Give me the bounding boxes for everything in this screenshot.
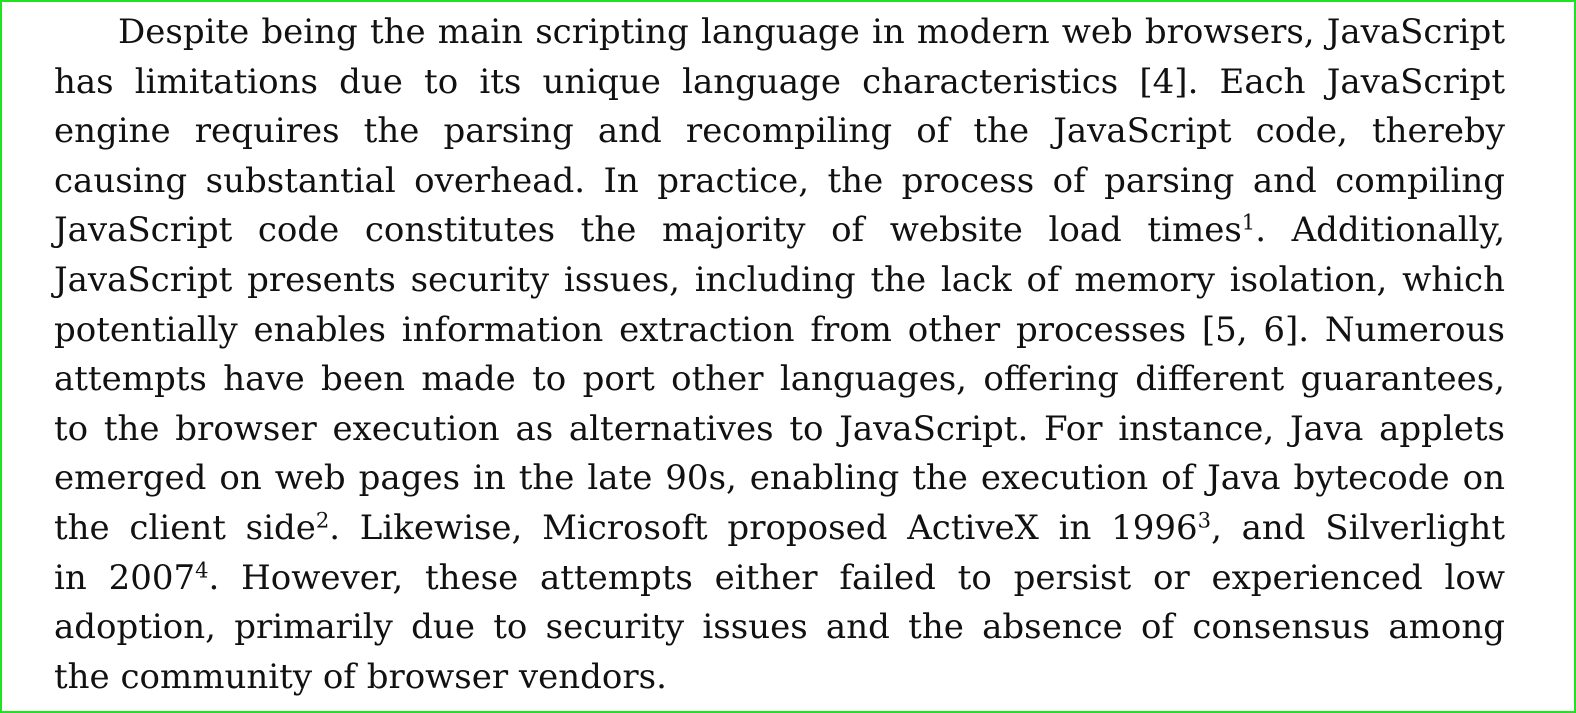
paragraph-line: has limitations due to its unique langua… — [54, 61, 1505, 102]
paragraph-line: the community of browser vendors. — [54, 656, 667, 697]
paragraph-line: Despite being the main scripting languag… — [118, 12, 1505, 52]
paragraph-line: the client side2. Likewise, Microsoft pr… — [54, 507, 1505, 548]
paragraph-line: JavaScript code constitutes the majority… — [54, 209, 1505, 251]
body-paragraph: Despite being the main scripting languag… — [54, 8, 1505, 702]
footnote-marker: 2 — [315, 507, 330, 533]
paragraph-line: emerged on web pages in the late 90s, en… — [54, 458, 1505, 499]
footnote-marker: 1 — [1241, 209, 1256, 235]
document-page: Despite being the main scripting languag… — [0, 0, 1576, 713]
paragraph-line: attempts have been made to port other la… — [54, 359, 1505, 400]
footnote-marker: 4 — [195, 556, 209, 582]
paragraph-line: causing substantial overhead. In practic… — [54, 160, 1505, 201]
paragraph-line: potentially enables information extracti… — [54, 309, 1505, 350]
footnote-marker: 3 — [1197, 507, 1212, 533]
paragraph-line: to the browser execution as alternatives… — [54, 408, 1505, 449]
paragraph-line: in 20074. However, these attempts either… — [54, 556, 1506, 598]
paragraph-line: engine requires the parsing and recompil… — [54, 111, 1505, 152]
paragraph-line: adoption, primarily due to security issu… — [54, 607, 1505, 648]
paragraph-line: JavaScript presents security issues, inc… — [54, 259, 1505, 300]
